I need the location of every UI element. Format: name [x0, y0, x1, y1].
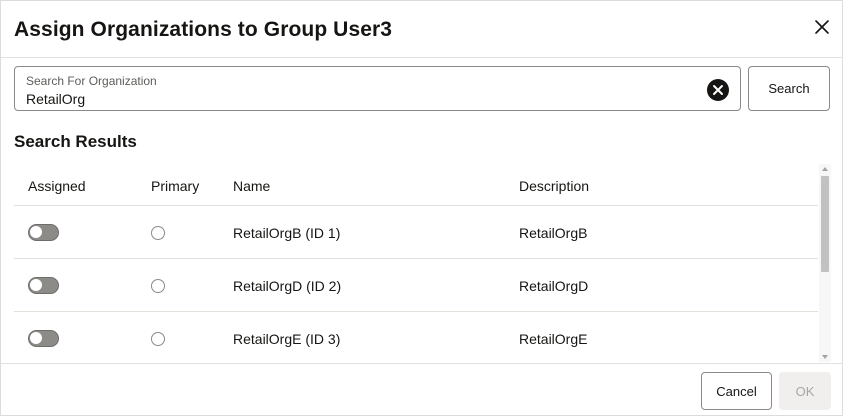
toggle-knob	[30, 279, 42, 291]
table-header: Assigned Primary Name Description	[14, 164, 818, 206]
toggle-knob	[30, 226, 42, 238]
dialog-title: Assign Organizations to Group User3	[14, 18, 393, 41]
column-header-name[interactable]: Name	[233, 178, 270, 194]
clear-circle-icon	[707, 79, 729, 101]
search-input[interactable]	[26, 90, 686, 108]
primary-radio[interactable]	[151, 226, 165, 240]
results-table: Assigned Primary Name Description Retail…	[14, 164, 831, 362]
cancel-button[interactable]: Cancel	[701, 372, 772, 410]
org-description: RetailOrgB	[519, 225, 588, 241]
scroll-down-arrow-icon[interactable]	[822, 355, 828, 359]
assigned-toggle[interactable]	[28, 277, 59, 294]
table-row[interactable]: RetailOrgE (ID 3) RetailOrgE	[14, 312, 818, 362]
column-header-assigned[interactable]: Assigned	[28, 178, 86, 194]
dialog-footer: Cancel OK	[1, 363, 843, 416]
column-header-primary[interactable]: Primary	[151, 178, 199, 194]
org-name: RetailOrgD (ID 2)	[233, 278, 342, 294]
results-scrollbar[interactable]	[819, 164, 831, 362]
close-icon	[815, 20, 829, 34]
org-description: RetailOrgE	[519, 331, 588, 347]
clear-search-button[interactable]	[707, 79, 729, 101]
org-name: RetailOrgE (ID 3)	[233, 331, 341, 347]
search-field-label: Search For Organization	[26, 74, 157, 88]
assigned-toggle[interactable]	[28, 330, 59, 347]
org-description: RetailOrgD	[519, 278, 589, 294]
dialog-header: Assign Organizations to Group User3	[1, 1, 843, 58]
ok-button[interactable]: OK	[779, 372, 831, 410]
column-header-description[interactable]: Description	[519, 178, 589, 194]
search-field[interactable]: Search For Organization	[14, 66, 741, 111]
primary-radio[interactable]	[151, 279, 165, 293]
search-button[interactable]: Search	[748, 66, 830, 111]
table-row[interactable]: RetailOrgD (ID 2) RetailOrgD	[14, 259, 818, 312]
scroll-thumb[interactable]	[821, 176, 829, 272]
assigned-toggle[interactable]	[28, 224, 59, 241]
search-results-heading: Search Results	[14, 132, 137, 151]
close-button[interactable]	[810, 15, 834, 39]
assign-organizations-dialog: Assign Organizations to Group User3 Sear…	[0, 0, 843, 416]
table-row[interactable]: RetailOrgB (ID 1) RetailOrgB	[14, 206, 818, 259]
scroll-up-arrow-icon[interactable]	[822, 167, 828, 171]
org-name: RetailOrgB (ID 1)	[233, 225, 341, 241]
toggle-knob	[30, 332, 42, 344]
primary-radio[interactable]	[151, 332, 165, 346]
